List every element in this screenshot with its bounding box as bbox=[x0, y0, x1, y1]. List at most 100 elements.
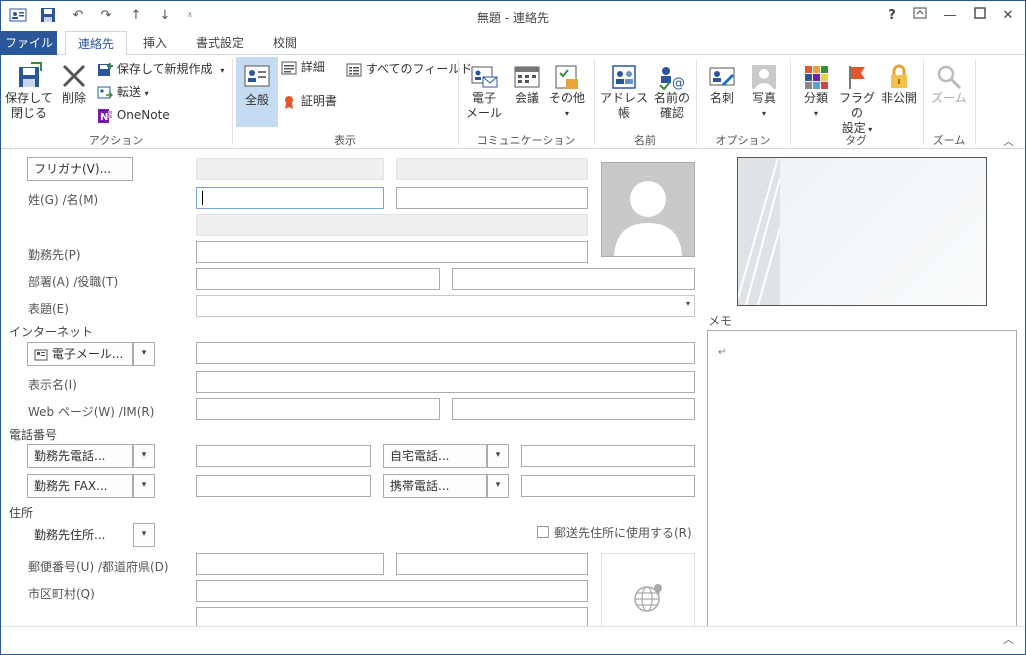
email-card-icon bbox=[34, 349, 48, 360]
tab-format-text[interactable]: 書式設定 bbox=[185, 31, 255, 55]
postal-code-field[interactable] bbox=[196, 553, 384, 575]
more-dropdown-icon: ▾ bbox=[564, 109, 569, 118]
city-field[interactable] bbox=[196, 580, 588, 602]
email-type-button[interactable]: 電子メール... bbox=[27, 342, 133, 366]
tab-file[interactable]: ファイル bbox=[1, 31, 57, 55]
delete-button[interactable]: 削除 bbox=[57, 61, 91, 106]
business-phone-button[interactable]: 勤務先電話... bbox=[27, 444, 133, 468]
home-phone-field[interactable] bbox=[521, 445, 695, 467]
prefecture-field[interactable] bbox=[396, 553, 588, 575]
postal-label: 郵便番号(U) /都道府県(D) bbox=[28, 560, 169, 574]
email-field[interactable] bbox=[196, 342, 695, 364]
home-phone-dropdown[interactable]: ▾ bbox=[487, 444, 509, 468]
mobile-phone-field[interactable] bbox=[521, 475, 695, 497]
onenote-icon: N bbox=[98, 108, 112, 123]
department-field[interactable] bbox=[196, 268, 440, 290]
email-type-dropdown[interactable]: ▾ bbox=[133, 342, 155, 366]
business-address-dropdown[interactable]: ▾ bbox=[133, 523, 155, 547]
im-address-field[interactable] bbox=[452, 398, 695, 420]
flag-icon bbox=[849, 66, 865, 89]
collapse-ribbon-icon[interactable]: ︿ bbox=[1003, 133, 1014, 149]
company-field[interactable] bbox=[196, 241, 588, 263]
certificates-button[interactable]: 証明書 bbox=[281, 93, 337, 110]
group-zoom-label: ズーム bbox=[932, 134, 966, 147]
furigana-first-field bbox=[396, 158, 588, 180]
tab-review[interactable]: 校閲 bbox=[263, 31, 307, 55]
email-contact-icon bbox=[471, 66, 498, 88]
save-new-button[interactable]: 保存して新規作成 ▾ bbox=[97, 61, 224, 79]
company-label: 勤務先(P) bbox=[28, 248, 81, 262]
group-options-label: オプション bbox=[715, 134, 771, 147]
details-button[interactable]: 詳細 bbox=[281, 59, 325, 76]
group-show-label: 表示 bbox=[334, 134, 356, 147]
business-card-preview[interactable] bbox=[737, 157, 987, 306]
email-button[interactable]: 電子 メール bbox=[464, 63, 504, 121]
phone-section-label: 電話番号 bbox=[9, 428, 58, 442]
forward-dropdown-icon[interactable]: ▾ bbox=[145, 89, 149, 98]
save-close-label-1: 保存して bbox=[5, 91, 53, 105]
categorize-button[interactable]: 分類 ▾ bbox=[798, 63, 834, 121]
onenote-button[interactable]: N OneNote bbox=[97, 107, 170, 124]
business-fax-field[interactable] bbox=[196, 475, 371, 497]
group-communicate-label: コミュニケーション bbox=[476, 134, 576, 147]
general-button[interactable]: 全般 bbox=[236, 57, 278, 127]
name-label: 姓(G) /名(M) bbox=[28, 193, 99, 207]
group-actions-label: アクション bbox=[88, 134, 144, 147]
web-page-field[interactable] bbox=[196, 398, 440, 420]
business-fax-button[interactable]: 勤務先 FAX... bbox=[27, 474, 133, 498]
save-new-dropdown-icon[interactable]: ▾ bbox=[220, 66, 224, 75]
mobile-phone-dropdown[interactable]: ▾ bbox=[487, 474, 509, 498]
meeting-button[interactable]: 会議 bbox=[509, 63, 545, 106]
mailing-address-label: 郵送先住所に使用する(R) bbox=[554, 526, 692, 540]
zoom-button[interactable]: ズーム bbox=[929, 63, 969, 106]
tab-insert[interactable]: 挿入 bbox=[135, 31, 175, 55]
business-card-button[interactable]: 名刺 bbox=[702, 63, 742, 106]
follow-up-label-1: フラグの bbox=[838, 91, 875, 120]
picture-button[interactable]: 写真 ▾ bbox=[745, 63, 783, 121]
notes-area[interactable]: ↵ bbox=[707, 330, 1017, 630]
check-names-icon: @ bbox=[659, 67, 685, 91]
contact-photo[interactable] bbox=[601, 162, 695, 257]
address-book-label: アドレス帳 bbox=[599, 91, 648, 120]
close-icon[interactable]: ✕ bbox=[997, 6, 1019, 26]
business-phone-dropdown[interactable]: ▾ bbox=[133, 444, 155, 468]
minimize-icon[interactable]: — bbox=[939, 6, 961, 26]
mobile-phone-button[interactable]: 携帯電話... bbox=[383, 474, 487, 498]
save-close-button[interactable]: 保存して 閉じる bbox=[5, 61, 53, 121]
job-title-field[interactable] bbox=[452, 268, 695, 290]
certificate-ribbon-icon bbox=[285, 95, 293, 109]
first-name-field[interactable] bbox=[396, 187, 588, 209]
forward-button[interactable]: 転送 ▾ bbox=[97, 84, 149, 102]
expand-people-pane-icon[interactable]: ︿ bbox=[1003, 631, 1014, 647]
display-name-field[interactable] bbox=[196, 371, 695, 393]
last-name-field[interactable] bbox=[196, 187, 384, 209]
check-names-label-2: 確認 bbox=[659, 106, 684, 120]
business-address-button[interactable]: 勤務先住所... bbox=[27, 523, 133, 547]
maximize-icon[interactable] bbox=[969, 6, 991, 26]
business-fax-dropdown[interactable]: ▾ bbox=[133, 474, 155, 498]
all-fields-button[interactable]: すべてのフィールド bbox=[346, 61, 472, 78]
private-label: 非公開 bbox=[880, 91, 917, 105]
more-communicate-button[interactable]: その他 ▾ bbox=[548, 63, 586, 121]
general-label: 全般 bbox=[244, 93, 269, 107]
mailing-address-checkbox[interactable] bbox=[537, 526, 549, 538]
file-as-select[interactable]: ▾ bbox=[196, 295, 695, 317]
map-it-button[interactable] bbox=[601, 553, 695, 633]
ribbon-display-options-icon[interactable] bbox=[909, 6, 931, 26]
furigana-button[interactable]: フリガナ(V)... bbox=[27, 157, 133, 181]
check-names-button[interactable]: @ 名前の 確認 bbox=[651, 63, 693, 121]
tab-contact[interactable]: 連絡先 bbox=[65, 31, 127, 56]
email-label-2: メール bbox=[465, 106, 502, 120]
picture-dropdown-icon: ▾ bbox=[761, 109, 766, 118]
picture-person-icon bbox=[752, 65, 776, 89]
meeting-label: 会議 bbox=[514, 91, 539, 105]
address-book-button[interactable]: アドレス帳 bbox=[598, 63, 650, 121]
home-phone-button[interactable]: 自宅電話... bbox=[383, 444, 487, 468]
follow-up-button[interactable]: フラグの 設定 ▾ bbox=[837, 63, 877, 137]
zoom-label: ズーム bbox=[931, 91, 967, 105]
private-button[interactable]: 非公開 bbox=[879, 63, 919, 106]
help-button[interactable]: ? bbox=[881, 6, 903, 26]
business-phone-field[interactable] bbox=[196, 445, 371, 467]
notes-label: メモ bbox=[708, 314, 733, 328]
file-as-dropdown-icon[interactable]: ▾ bbox=[686, 299, 690, 308]
